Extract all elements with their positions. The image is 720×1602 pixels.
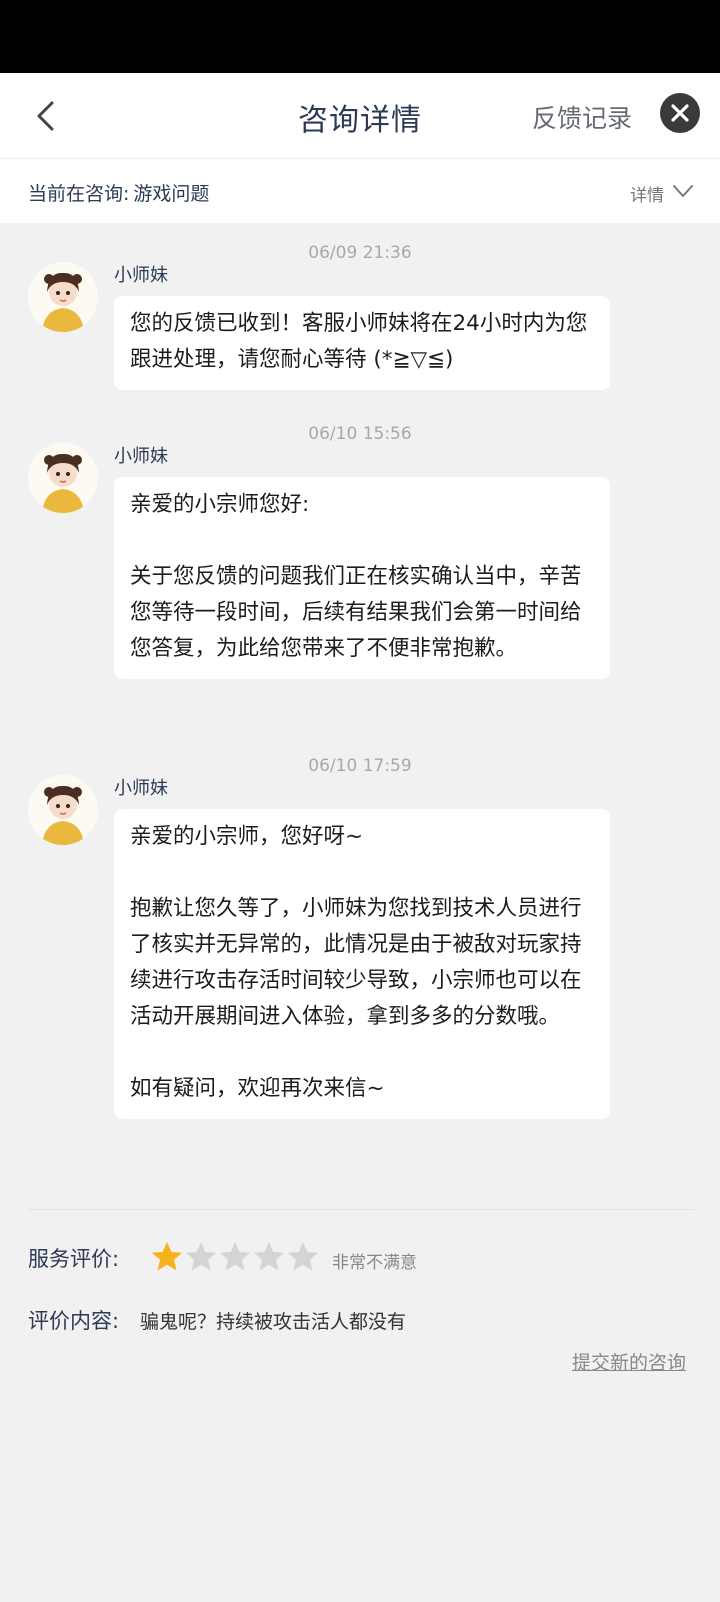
feedback-record-link[interactable]: 反馈记录: [532, 99, 632, 135]
comment-text: 骗鬼呢？持续被攻击活人都没有: [140, 1311, 407, 1333]
message-time: 06/10 17:59: [308, 756, 412, 776]
message-text: 亲爱的小宗师您好: 关于您反馈的问题我们正在核实确认当中，辛苦您等待一段时间，后…: [130, 492, 582, 661]
divider: [28, 1209, 694, 1210]
avatar-icon: [28, 443, 98, 513]
sender-name: 小师妹: [114, 265, 168, 286]
new-consult-link[interactable]: 提交新的咨询: [572, 1348, 686, 1375]
close-icon: [671, 104, 689, 122]
topic-label: 当前在咨询: 游戏问题: [28, 179, 209, 206]
star-empty-icon: [220, 1242, 250, 1271]
header: 咨询详情 反馈记录: [0, 73, 720, 159]
rating-text: 非常不满意: [332, 1253, 417, 1273]
topic-value: 游戏问题: [133, 183, 210, 205]
message-time: 06/10 15:56: [308, 424, 412, 444]
star-empty-icon: [288, 1242, 318, 1271]
chevron-down-icon[interactable]: [672, 183, 694, 199]
avatar-icon: [28, 262, 98, 332]
star-empty-icon: [186, 1242, 216, 1271]
star-empty-icon: [254, 1242, 284, 1271]
message-bubble: 亲爱的小宗师，您好呀~ 抱歉让您久等了，小师妹为您找到技术人员进行了核实并无异常…: [114, 809, 610, 1119]
message-text: 您的反馈已收到！客服小师妹将在24小时内为您跟进处理，请您耐心等待 (*≧▽≦): [130, 311, 588, 372]
comment-label: 评价内容:: [28, 1309, 120, 1333]
rating-label: 服务评价:: [28, 1247, 120, 1271]
topic-label-text: 当前在咨询:: [28, 183, 130, 205]
avatar: [28, 775, 98, 845]
sender-name: 小师妹: [114, 446, 168, 467]
message-text: 亲爱的小宗师，您好呀~ 抱歉让您久等了，小师妹为您找到技术人员进行了核实并无异常…: [130, 824, 582, 1101]
message-time: 06/09 21:36: [308, 243, 412, 263]
avatar: [28, 262, 98, 332]
sender-name: 小师妹: [114, 778, 168, 799]
avatar-icon: [28, 775, 98, 845]
message-bubble: 亲爱的小宗师您好: 关于您反馈的问题我们正在核实确认当中，辛苦您等待一段时间，后…: [114, 477, 610, 679]
rating-stars: [150, 1240, 320, 1274]
status-bar: [0, 0, 720, 73]
avatar: [28, 443, 98, 513]
topic-bar: 当前在咨询: 游戏问题 详情: [0, 159, 720, 223]
detail-link[interactable]: 详情: [630, 181, 664, 206]
star-filled-icon: [152, 1242, 182, 1271]
close-button[interactable]: [660, 93, 700, 133]
message-bubble: 您的反馈已收到！客服小师妹将在24小时内为您跟进处理，请您耐心等待 (*≧▽≦): [114, 296, 610, 390]
